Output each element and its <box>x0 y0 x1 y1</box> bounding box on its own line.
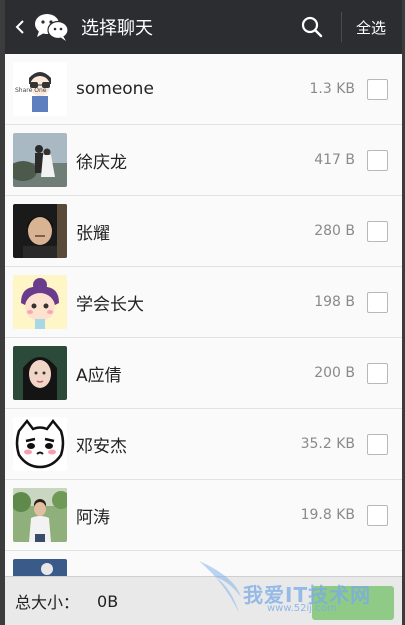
cartoon-glasses-avatar: Share One <box>13 62 67 116</box>
chat-checkbox[interactable] <box>367 149 388 171</box>
back-button[interactable] <box>9 18 31 36</box>
chat-row[interactable]: 张耀 280 B <box>5 196 402 267</box>
portrait-photo-avatar <box>13 204 67 258</box>
chevron-left-icon <box>15 20 24 34</box>
page-title: 选择聊天 <box>81 18 153 39</box>
chat-checkbox[interactable] <box>367 220 388 242</box>
search-icon <box>301 16 323 38</box>
toolbar-divider <box>340 12 342 42</box>
cartoon-girl-avatar <box>13 275 67 329</box>
chat-selection-screen: 选择聊天 全选 Share One someone 1.3 KB 徐庆龙 417… <box>5 0 402 625</box>
chat-row[interactable]: A应倩 200 B <box>5 338 402 409</box>
chat-row[interactable]: 阿涛 19.8 KB <box>5 480 402 551</box>
chat-size: 417 B <box>314 152 355 168</box>
chat-name: someone <box>76 79 154 99</box>
partial-avatar <box>13 559 67 576</box>
chat-checkbox[interactable] <box>367 504 388 526</box>
chat-name: A应倩 <box>76 365 122 386</box>
chat-size: 19.8 KB <box>300 507 355 523</box>
chat-checkbox[interactable] <box>367 433 388 455</box>
chat-name: 徐庆龙 <box>76 152 127 173</box>
select-all-button[interactable]: 全选 <box>356 17 386 38</box>
chat-size: 200 B <box>314 365 355 381</box>
couple-photo-avatar <box>13 133 67 187</box>
chat-row[interactable]: Share One someone 1.3 KB <box>5 54 402 125</box>
chat-size: 35.2 KB <box>300 436 355 452</box>
chat-size: 280 B <box>314 223 355 239</box>
chat-size: 1.3 KB <box>309 81 356 97</box>
chat-size: 198 B <box>314 294 355 310</box>
chat-row[interactable] <box>5 551 402 576</box>
search-button[interactable] <box>297 12 327 42</box>
total-size-value: 0B <box>97 591 119 611</box>
chat-checkbox[interactable] <box>367 291 388 313</box>
chat-name: 学会长大 <box>76 294 144 315</box>
girl-photo-avatar <box>13 346 67 400</box>
chat-name: 邓安杰 <box>76 436 127 457</box>
cat-face-avatar <box>13 417 67 471</box>
chat-row[interactable]: 学会长大 198 B <box>5 267 402 338</box>
chat-checkbox[interactable] <box>367 78 388 100</box>
bottom-bar: 总大小： 0B <box>5 576 402 625</box>
chat-row[interactable]: 徐庆龙 417 B <box>5 125 402 196</box>
chat-name: 阿涛 <box>76 507 110 528</box>
chat-row[interactable]: 邓安杰 35.2 KB <box>5 409 402 480</box>
wechat-logo-icon <box>33 12 69 42</box>
confirm-button[interactable] <box>312 586 394 620</box>
total-size-label: 总大小： <box>15 593 80 612</box>
avatar-caption: Share One <box>15 87 47 94</box>
chat-list[interactable]: Share One someone 1.3 KB 徐庆龙 417 B 张耀 28… <box>5 54 402 576</box>
top-bar: 选择聊天 全选 <box>5 0 402 54</box>
outdoor-photo-avatar <box>13 488 67 542</box>
chat-checkbox[interactable] <box>367 362 388 384</box>
chat-name: 张耀 <box>76 223 110 244</box>
